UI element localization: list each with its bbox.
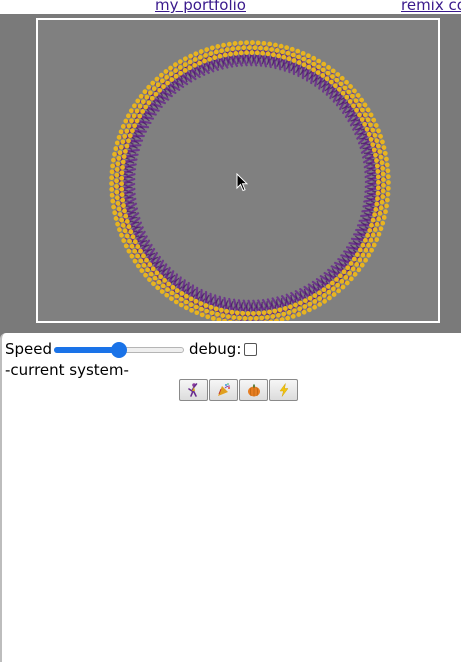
dancer-icon	[187, 383, 197, 397]
pumpkin-system-button[interactable]	[239, 379, 268, 401]
slider-fill	[54, 347, 120, 353]
debug-checkbox[interactable]	[244, 342, 258, 356]
pumpkin-icon	[247, 384, 260, 397]
lightning-icon	[279, 383, 288, 397]
remix-link[interactable]: remix co	[401, 0, 461, 14]
portfolio-link[interactable]: my portfolio	[155, 0, 246, 14]
speed-slider[interactable]	[54, 340, 185, 358]
system-buttons	[179, 379, 299, 401]
slider-thumb[interactable]	[111, 342, 128, 358]
control-panel: Speed debug: -current system-	[0, 333, 461, 662]
particle-canvas[interactable]	[36, 18, 440, 323]
mouse-cursor-icon	[236, 172, 249, 196]
party-popper-icon	[217, 383, 230, 396]
debug-label: debug:	[189, 340, 242, 358]
top-nav: my portfolio remix co	[0, 0, 461, 14]
dancer-system-button[interactable]	[179, 379, 208, 401]
lightning-system-button[interactable]	[269, 379, 298, 401]
dancer-ring-graphic	[109, 40, 391, 321]
current-system-label: -current system-	[5, 361, 129, 379]
speed-label: Speed	[5, 340, 53, 358]
party-system-button[interactable]	[209, 379, 238, 401]
speed-controls: Speed debug:	[5, 338, 258, 360]
